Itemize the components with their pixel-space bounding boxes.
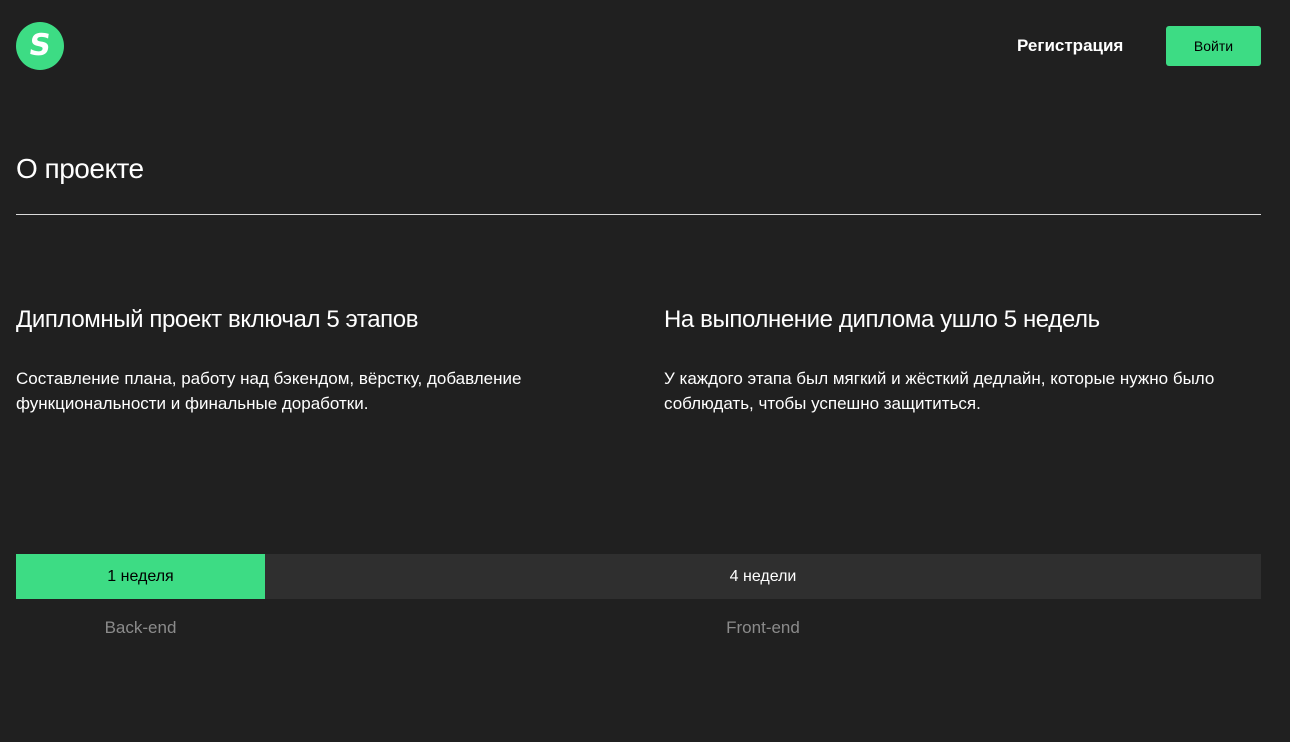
- backend-label: Back-end: [104, 618, 177, 637]
- timeline-labels: Back-end Front-end: [16, 616, 1261, 640]
- duration-text: У каждого этапа был мягкий и жёсткий дед…: [664, 369, 1215, 413]
- duration-column: На выполнение диплома ушло 5 недель У ка…: [664, 303, 1244, 416]
- backend-duration-bar: 1 неделя: [16, 554, 265, 599]
- site-header: S Регистрация Войти: [0, 0, 1290, 94]
- frontend-duration-bar: 4 недели: [265, 554, 1261, 599]
- login-button[interactable]: Войти: [1166, 26, 1261, 66]
- logo[interactable]: S: [16, 22, 64, 70]
- stages-heading: Дипломный проект включал 5 этапов: [16, 306, 419, 333]
- duration-heading: На выполнение диплома ушло 5 недель: [664, 306, 1100, 333]
- timeline-bar: 1 неделя 4 недели: [16, 554, 1261, 599]
- frontend-label: Front-end: [726, 618, 800, 637]
- stages-text: Составление плана, работу над бэкендом, …: [16, 369, 522, 413]
- section-title: О проекте: [16, 153, 144, 184]
- stages-column: Дипломный проект включал 5 этапов Состав…: [16, 303, 596, 416]
- logo-letter: S: [26, 28, 54, 63]
- register-link[interactable]: Регистрация: [1017, 36, 1123, 56]
- section-divider: [16, 214, 1261, 215]
